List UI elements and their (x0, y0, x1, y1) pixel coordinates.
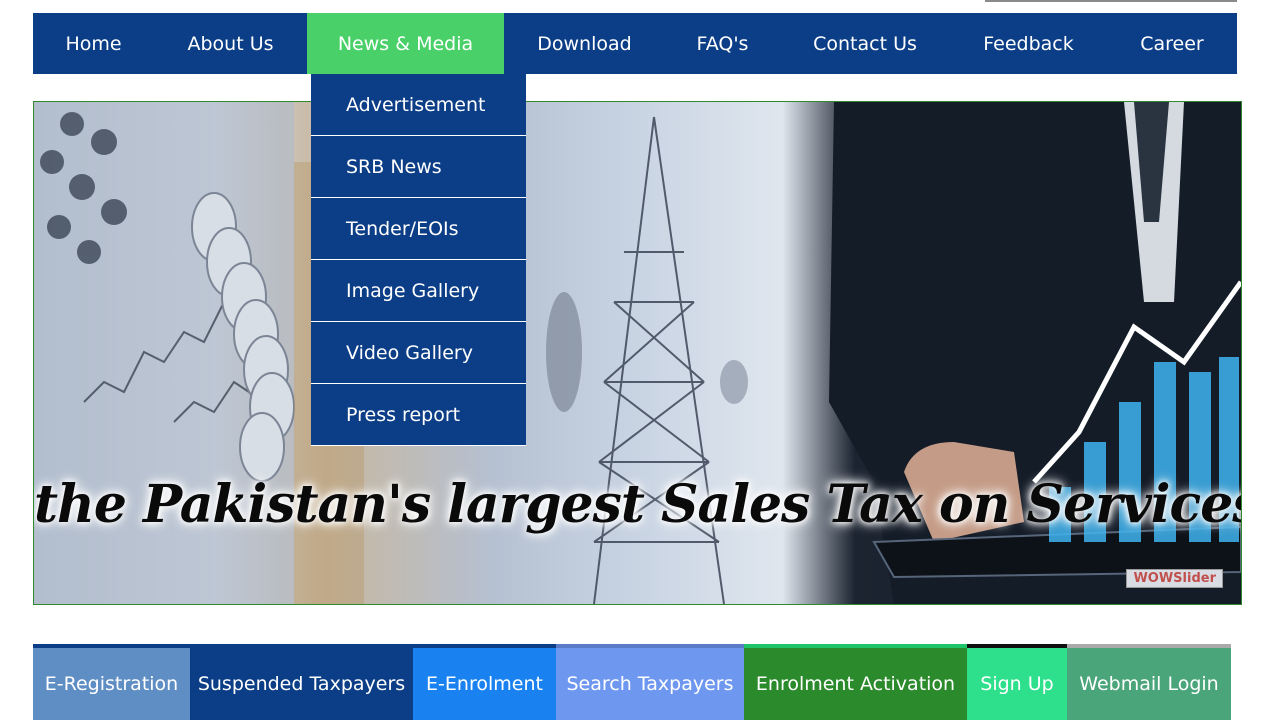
dropdown-item-press-report[interactable]: Press report (311, 384, 526, 446)
nav-item-contact-us[interactable]: Contact Us (780, 13, 950, 74)
e-enrolment-button[interactable]: E-Enrolment (413, 644, 556, 720)
e-registration-button[interactable]: E-Registration (33, 644, 190, 720)
news-media-dropdown: Advertisement SRB News Tender/EOIs Image… (311, 74, 526, 446)
dropdown-item-tender-eois[interactable]: Tender/EOIs (311, 198, 526, 260)
quick-links-bar: E-Registration Suspended Taxpayers E-Enr… (33, 644, 1231, 720)
nav-item-about-us[interactable]: About Us (154, 13, 307, 74)
banner-slogan: the Pakistan's largest Sales Tax on Serv… (34, 474, 1242, 535)
nav-item-faqs[interactable]: FAQ's (665, 13, 780, 74)
dropdown-item-srb-news[interactable]: SRB News (311, 136, 526, 198)
dropdown-item-video-gallery[interactable]: Video Gallery (311, 322, 526, 384)
top-divider (985, 0, 1237, 2)
nav-item-download[interactable]: Download (504, 13, 665, 74)
dropdown-item-advertisement[interactable]: Advertisement (311, 74, 526, 136)
suspended-taxpayers-button[interactable]: Suspended Taxpayers (190, 644, 413, 720)
nav-item-home[interactable]: Home (33, 13, 154, 74)
slider-watermark: WOWSlider (1126, 569, 1223, 588)
search-taxpayers-button[interactable]: Search Taxpayers (556, 644, 744, 720)
banner-slider[interactable]: the Pakistan's largest Sales Tax on Serv… (33, 101, 1242, 605)
sign-up-button[interactable]: Sign Up (967, 644, 1067, 720)
enrolment-activation-button[interactable]: Enrolment Activation (744, 644, 967, 720)
nav-item-feedback[interactable]: Feedback (950, 13, 1107, 74)
main-nav: Home About Us News & Media Download FAQ'… (33, 13, 1237, 74)
nav-item-career[interactable]: Career (1107, 13, 1237, 74)
webmail-login-button[interactable]: Webmail Login (1067, 644, 1231, 720)
dropdown-item-image-gallery[interactable]: Image Gallery (311, 260, 526, 322)
nav-item-news-media[interactable]: News & Media (307, 13, 504, 74)
